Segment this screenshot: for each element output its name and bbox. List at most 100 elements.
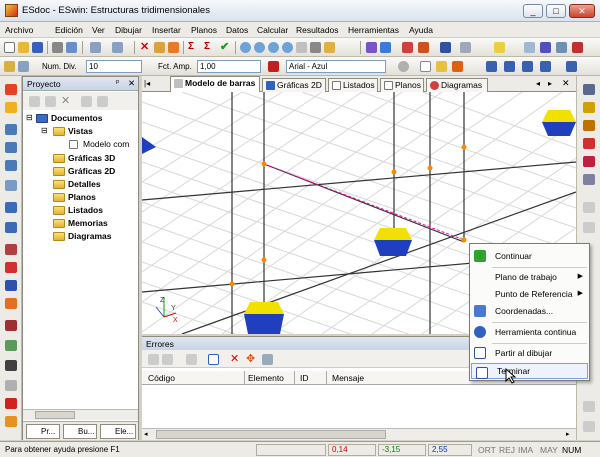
tab-graficas-2d[interactable]: Gráficas 2D [262,78,326,92]
ind-ima[interactable]: IMA [518,445,533,455]
print-preview-icon[interactable] [66,42,77,53]
zoom-window-icon[interactable] [240,42,251,53]
plate-tool-icon[interactable] [5,102,17,113]
refresh-icon[interactable] [310,42,321,53]
tree-item[interactable]: Listados [68,205,103,215]
col-elemento[interactable]: Elemento [248,373,284,383]
misc-icon[interactable] [583,421,595,432]
menu-ver[interactable]: Ver [92,25,105,35]
tree-vistas[interactable]: Vistas [68,126,93,136]
menu-resultados[interactable]: Resultados [296,25,339,35]
array-icon[interactable] [583,156,595,167]
maximize-button[interactable]: □ [546,4,566,18]
edit-icon[interactable] [154,42,165,53]
flags-icon[interactable] [540,42,551,53]
snap-icon[interactable] [4,61,15,72]
ind-rej[interactable]: REJ [499,445,515,455]
panel-tool-icon[interactable] [5,340,17,351]
zoom-in-icon[interactable] [254,42,265,53]
locate-icon[interactable]: ✥ [246,354,257,365]
warning-icon[interactable] [583,174,595,185]
copy-errors-icon[interactable] [186,354,197,365]
brace-tool-icon[interactable] [5,320,17,331]
prev-error-icon[interactable] [148,354,159,365]
support-tool-icon[interactable] [5,142,17,153]
sort-icon[interactable] [440,42,451,53]
rotate-icon[interactable] [583,102,595,113]
eraser-icon[interactable] [460,42,471,53]
tree-root[interactable]: Documentos [51,113,102,123]
pencil-icon[interactable] [402,42,413,53]
save-icon[interactable] [32,42,43,53]
ind-num[interactable]: NUM [562,445,581,455]
close-button[interactable]: ✕ [569,4,595,18]
page-icon[interactable] [420,61,431,72]
sum-icon[interactable]: Σ [188,42,199,53]
brush-icon[interactable] [168,42,179,53]
menu-herramienta-continua[interactable]: Herramienta continua [470,323,589,341]
menu-calcular[interactable]: Calcular [257,25,288,35]
tree-collapse-icon[interactable]: ⊟ [41,126,48,135]
menu-punto-referencia[interactable]: Punto de Referencia ▶ [470,285,589,303]
open-icon[interactable] [18,42,29,53]
clear-errors-icon[interactable]: ✕ [230,354,241,365]
scroll-left-icon[interactable]: ◂ [144,430,148,438]
home-view-icon[interactable] [324,42,335,53]
align-left-icon[interactable] [486,61,497,72]
orange-tool-icon[interactable] [5,416,17,427]
menu-edicion[interactable]: Edición [55,25,83,35]
grid-icon[interactable] [556,42,567,53]
menu-coordenadas[interactable]: Coordenadas... [470,302,589,320]
move-icon[interactable] [583,84,595,95]
sum-plus-icon[interactable]: Σ [204,42,215,53]
col-mensaje[interactable]: Mensaje [332,373,364,383]
tree-item[interactable]: Gráficas 2D [68,166,115,176]
menu-dibujar[interactable]: Dibujar [115,25,142,35]
new-doc-icon[interactable] [29,96,40,107]
tree-modelo[interactable]: Modelo com [83,139,129,149]
delete-doc-icon[interactable]: ✕ [61,96,72,107]
marker-tool-icon[interactable] [5,280,17,291]
print-icon[interactable] [52,42,63,53]
menu-planos[interactable]: Planos [191,25,217,35]
color-icon[interactable] [398,61,409,72]
tab-planos[interactable]: Planos [380,78,424,92]
import-doc-icon[interactable] [97,96,108,107]
align-right-icon[interactable] [522,61,533,72]
line-tool-icon[interactable] [5,244,17,255]
tab-search[interactable]: Bu... [63,424,97,439]
load-tool-icon[interactable] [5,160,17,171]
menu-continuar[interactable]: Continuar [470,247,589,265]
node-tool-icon[interactable] [5,124,17,135]
new-icon[interactable] [4,42,15,53]
layers-icon[interactable] [524,42,535,53]
font-color-icon[interactable] [268,61,279,72]
text-icon[interactable] [583,222,595,233]
mirror-icon[interactable] [583,120,595,131]
folder-icon[interactable] [436,61,447,72]
distribute-icon[interactable] [540,61,551,72]
menu-herramientas[interactable]: Herramientas [348,25,399,35]
font-select[interactable]: Arial - Azul [286,60,386,73]
copy-doc-icon[interactable] [45,96,56,107]
tool-icon[interactable] [418,42,429,53]
col-codigo[interactable]: Código [148,373,175,383]
dim-icon[interactable] [583,202,595,213]
num-div-field[interactable]: 10 [86,60,142,73]
tab-prev-icon[interactable]: ◂ [536,79,540,88]
menu-terminar[interactable]: Terminar [471,363,588,379]
grid-snap-icon[interactable] [18,61,29,72]
section-tool-icon[interactable] [5,180,17,191]
panel-close-icon[interactable]: ✕ [128,78,135,89]
zoom-all-icon[interactable] [282,42,293,53]
tree-item[interactable]: Planos [68,192,96,202]
minimize-button[interactable]: _ [523,4,543,18]
nodes-icon[interactable] [366,42,377,53]
tab-project[interactable]: Pr... [26,424,60,439]
scale-icon[interactable] [583,138,595,149]
next-error-icon[interactable] [162,354,173,365]
col-id[interactable]: ID [300,373,309,383]
fct-amp-field[interactable]: 1,00 [197,60,261,73]
tab-diagramas[interactable]: Diagramas [426,78,488,92]
structure-icon[interactable] [380,42,391,53]
